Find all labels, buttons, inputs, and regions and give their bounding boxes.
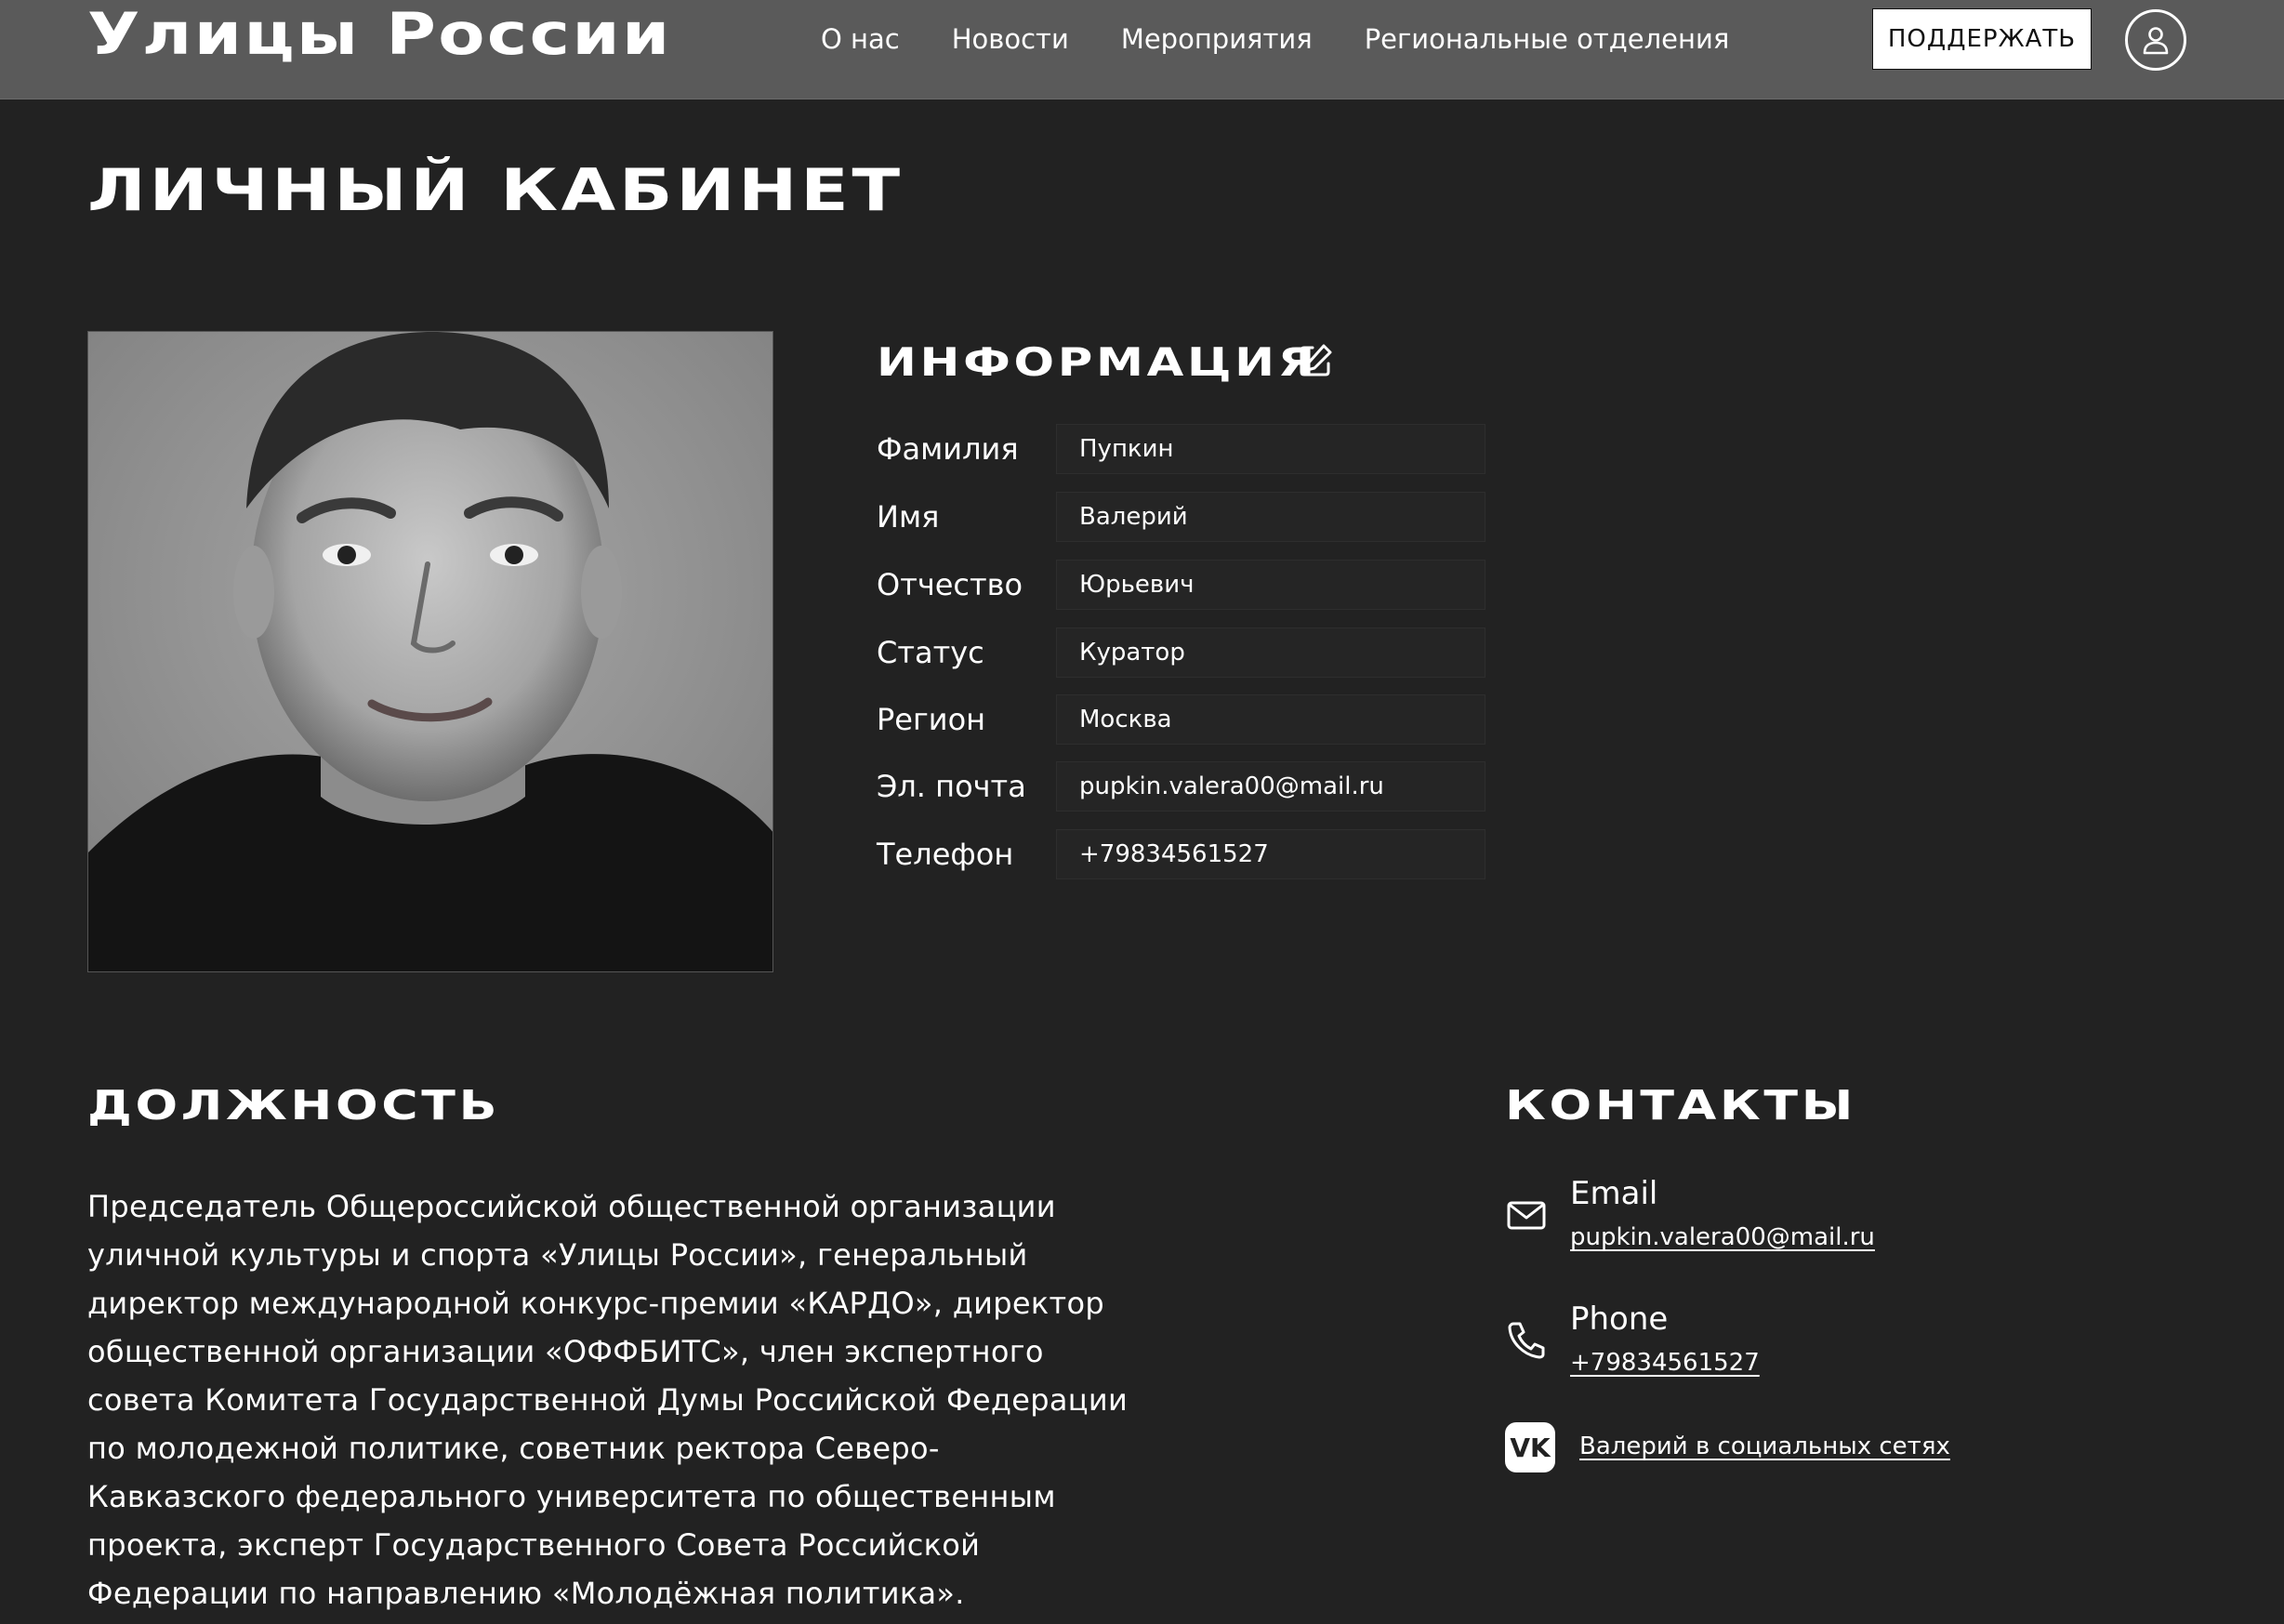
profile-button[interactable] xyxy=(2125,9,2186,71)
field-label: Имя xyxy=(877,499,940,535)
field-label: Телефон xyxy=(877,837,1014,872)
phone-field[interactable]: +79834561527 xyxy=(1056,829,1485,879)
main-nav: О нас Новости Мероприятия Региональные о… xyxy=(821,20,1781,58)
email-field[interactable]: pupkin.valera00@mail.ru xyxy=(1056,761,1485,812)
phone-label: Phone xyxy=(1570,1301,1669,1338)
phone-icon xyxy=(1508,1322,1545,1359)
field-label: Регион xyxy=(877,702,986,737)
position-description: Председатель Общероссийской общественной… xyxy=(87,1189,1129,1611)
email-label: Email xyxy=(1570,1175,1658,1212)
vk-icon[interactable]: VK xyxy=(1505,1422,1555,1472)
info-title: ИНФОРМАЦИЯ xyxy=(877,339,1318,385)
profile-photo xyxy=(87,331,773,972)
mail-icon xyxy=(1507,1201,1546,1230)
nav-item-about[interactable]: О нас xyxy=(821,20,900,58)
site-header: Улицы России О нас Новости Мероприятия Р… xyxy=(0,0,2284,99)
field-label: Эл. почта xyxy=(877,769,1026,804)
site-logo[interactable]: Улицы России xyxy=(87,2,672,67)
page-title: ЛИЧНЫЙ КАБИНЕТ xyxy=(87,156,904,224)
field-label: Фамилия xyxy=(877,431,1019,467)
field-label: Статус xyxy=(877,635,984,670)
position-title: ДОЛЖНОСТЬ xyxy=(87,1082,501,1129)
nav-item-events[interactable]: Мероприятия xyxy=(1121,20,1313,58)
patronymic-field[interactable]: Юрьевич xyxy=(1056,560,1485,610)
edit-icon[interactable] xyxy=(1296,341,1335,380)
contacts-title: КОНТАКТЫ xyxy=(1505,1082,1856,1129)
phone-link[interactable]: +79834561527 xyxy=(1570,1346,1760,1380)
email-link[interactable]: pupkin.valera00@mail.ru xyxy=(1570,1221,1875,1254)
status-field[interactable]: Куратор xyxy=(1056,627,1485,678)
nav-item-news[interactable]: Новости xyxy=(952,20,1069,58)
portrait-image xyxy=(88,332,772,971)
nav-item-regions[interactable]: Региональные отделения xyxy=(1365,20,1730,58)
field-label: Отчество xyxy=(877,567,1023,602)
surname-field[interactable]: Пупкин xyxy=(1056,424,1485,474)
region-field[interactable]: Москва xyxy=(1056,694,1485,745)
social-link[interactable]: Валерий в социальных сетях xyxy=(1579,1430,1950,1463)
user-icon xyxy=(2143,27,2169,55)
support-button[interactable]: ПОДДЕРЖАТЬ xyxy=(1872,8,2092,70)
name-field[interactable]: Валерий xyxy=(1056,492,1485,542)
